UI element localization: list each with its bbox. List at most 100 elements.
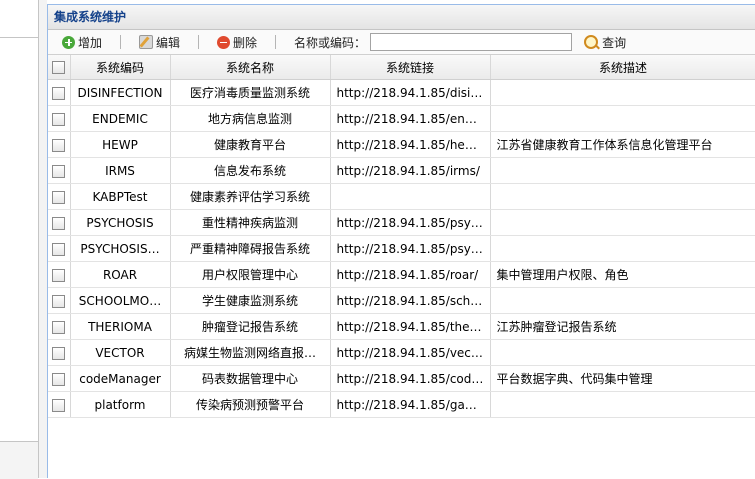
cell-name: 健康素养评估学习系统 (170, 183, 331, 210)
delete-button[interactable]: 删除 (217, 34, 257, 51)
cell-name: 用户权限管理中心 (170, 261, 331, 288)
cell-desc (490, 391, 755, 418)
header-desc[interactable]: 系统描述 (490, 55, 755, 80)
cell-code: PSYCHOSIS… (70, 235, 171, 262)
systems-table: 系统编码 系统名称 系统链接 系统描述 DISINFECTION 医疗消毒质量监… (48, 55, 755, 418)
row-checkbox[interactable] (52, 294, 66, 308)
cell-code: DISINFECTION (70, 79, 171, 106)
cell-desc (490, 183, 755, 210)
cell-desc: 江苏肿瘤登记报告系统 (490, 313, 755, 340)
left-panel-header (0, 0, 38, 38)
row-checkbox[interactable] (52, 190, 66, 204)
row-checkbox[interactable] (52, 216, 66, 230)
cell-code: VECTOR (70, 339, 171, 366)
cell-link: http://218.94.1.85/roar/ (330, 261, 491, 288)
cell-desc (490, 157, 755, 184)
table-row[interactable]: HEWP 健康教育平台 http://218.94.1.85/hewp/ 江苏省… (48, 131, 755, 158)
add-button[interactable]: 增加 (62, 34, 102, 51)
row-checkbox[interactable] (52, 346, 66, 360)
cell-link: http://218.94.1.85/psych… (330, 209, 491, 236)
table-row[interactable]: VECTOR 病媒生物监测网络直报… http://218.94.1.85/ve… (48, 339, 755, 366)
cell-link: http://218.94.1.85/disinf… (330, 79, 491, 106)
cell-link: http://218.94.1.85/irms/ (330, 157, 491, 184)
header-name[interactable]: 系统名称 (170, 55, 331, 80)
cell-desc (490, 105, 755, 132)
cell-name: 医疗消毒质量监测系统 (170, 79, 331, 106)
row-checkbox[interactable] (52, 320, 66, 334)
query-button[interactable]: 查询 (584, 34, 626, 51)
cell-code: PSYCHOSIS (70, 209, 171, 236)
cell-code: codeManager (70, 365, 171, 392)
cell-name: 病媒生物监测网络直报… (170, 339, 331, 366)
cell-link: http://218.94.1.85/therio… (330, 313, 491, 340)
cell-name: 肿瘤登记报告系统 (170, 313, 331, 340)
row-checkbox[interactable] (52, 164, 66, 178)
cell-link: http://218.94.1.85/ende… (330, 105, 491, 132)
add-icon (62, 35, 75, 49)
table-row[interactable]: ENDEMIC 地方病信息监测 http://218.94.1.85/ende… (48, 105, 755, 132)
table-row[interactable]: DISINFECTION 医疗消毒质量监测系统 http://218.94.1.… (48, 79, 755, 106)
cell-desc (490, 287, 755, 314)
cell-desc: 平台数据字典、代码集中管理 (490, 365, 755, 392)
edit-icon (139, 35, 154, 49)
select-all-checkbox[interactable] (52, 61, 66, 74)
table-row[interactable]: PSYCHOSIS… 严重精神障碍报告系统 http://218.94.1.85… (48, 235, 755, 262)
table-row[interactable]: ROAR 用户权限管理中心 http://218.94.1.85/roar/ 集… (48, 261, 755, 288)
table-row[interactable]: platform 传染病预测预警平台 http://218.94.1.85/ga… (48, 391, 755, 418)
toolbar-separator (275, 35, 277, 49)
cell-desc: 集中管理用户权限、角色 (490, 261, 755, 288)
table-row[interactable]: SCHOOLMO… 学生健康监测系统 http://218.94.1.85/sc… (48, 287, 755, 314)
query-label: 查询 (602, 35, 627, 50)
table-row[interactable]: IRMS 信息发布系统 http://218.94.1.85/irms/ (48, 157, 755, 184)
table-row[interactable]: KABPTest 健康素养评估学习系统 (48, 183, 755, 210)
search-label: 名称或编码： (294, 35, 367, 50)
search-input[interactable] (370, 33, 573, 51)
cell-link: http://218.94.1.85/hewp/ (330, 131, 491, 158)
toolbar-separator (198, 35, 200, 49)
cell-code: ENDEMIC (70, 105, 171, 132)
cell-name: 地方病信息监测 (170, 105, 331, 132)
row-checkbox[interactable] (52, 138, 66, 152)
cell-code: platform (70, 391, 171, 418)
add-label: 增加 (78, 35, 103, 50)
row-checkbox[interactable] (52, 398, 66, 412)
table-header-row: 系统编码 系统名称 系统链接 系统描述 (48, 55, 755, 80)
cell-link: http://218.94.1.85/schoo… (330, 287, 491, 314)
cell-link: http://218.94.1.85/code… (330, 365, 491, 392)
table-row[interactable]: THERIOMA 肿瘤登记报告系统 http://218.94.1.85/the… (48, 313, 755, 340)
row-checkbox[interactable] (52, 372, 66, 386)
cell-code: HEWP (70, 131, 171, 158)
cell-name: 信息发布系统 (170, 157, 331, 184)
panel-title: 集成系统维护 (48, 5, 755, 30)
cell-desc (490, 339, 755, 366)
toolbar: 增加 编辑 删除 名称或编码： 查询 (48, 30, 755, 55)
header-code[interactable]: 系统编码 (70, 55, 171, 80)
table-row[interactable]: codeManager 码表数据管理中心 http://218.94.1.85/… (48, 365, 755, 392)
cell-name: 传染病预测预警平台 (170, 391, 331, 418)
left-nav-panel (0, 0, 39, 479)
cell-link: http://218.94.1.85/ganni… (330, 391, 491, 418)
toolbar-separator (120, 35, 122, 49)
panel-splitter[interactable] (39, 0, 47, 478)
cell-desc: 江苏省健康教育工作体系信息化管理平台 (490, 131, 755, 158)
edit-label: 编辑 (156, 35, 181, 50)
cell-code: THERIOMA (70, 313, 171, 340)
cell-name: 健康教育平台 (170, 131, 331, 158)
cell-desc (490, 209, 755, 236)
cell-code: SCHOOLMO… (70, 287, 171, 314)
cell-code: KABPTest (70, 183, 171, 210)
row-checkbox[interactable] (52, 268, 66, 282)
cell-code: ROAR (70, 261, 171, 288)
edit-button[interactable]: 编辑 (139, 34, 180, 51)
cell-name: 码表数据管理中心 (170, 365, 331, 392)
cell-name: 重性精神疾病监测 (170, 209, 331, 236)
header-link[interactable]: 系统链接 (330, 55, 491, 80)
cell-desc (490, 79, 755, 106)
table-row[interactable]: PSYCHOSIS 重性精神疾病监测 http://218.94.1.85/ps… (48, 209, 755, 236)
cell-name: 学生健康监测系统 (170, 287, 331, 314)
row-checkbox[interactable] (52, 242, 66, 256)
row-checkbox[interactable] (52, 86, 66, 100)
row-checkbox[interactable] (52, 112, 66, 126)
cell-link: http://218.94.1.85/vector (330, 339, 491, 366)
delete-icon (217, 35, 231, 49)
